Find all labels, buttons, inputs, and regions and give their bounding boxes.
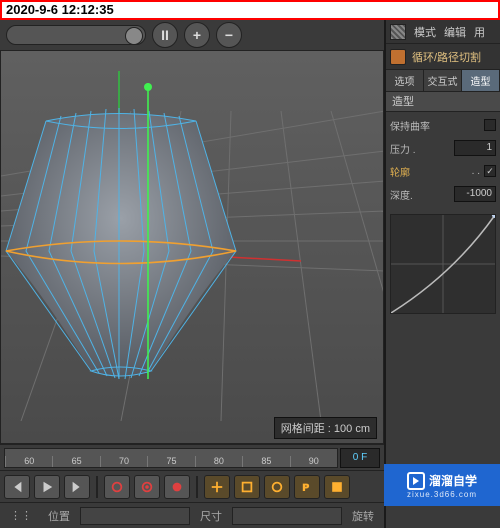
coord-rotation-label: 旋转: [346, 508, 380, 524]
param-key-button[interactable]: P: [294, 475, 320, 499]
viewport-opacity-slider[interactable]: [6, 25, 146, 45]
attributes-panel: 模式 编辑 用 循环/路径切割 选项 交互式 造型 造型 保持曲率 压力 . 1: [384, 20, 500, 528]
pressure-field[interactable]: 1: [454, 140, 496, 156]
record-button[interactable]: [104, 475, 130, 499]
contour-checkbox[interactable]: [484, 165, 496, 177]
scale-key-button[interactable]: [234, 475, 260, 499]
watermark: 溜溜自学 zixue.3d66.com: [384, 464, 500, 506]
tab-interactive[interactable]: 交互式: [424, 70, 462, 91]
tool-title-row: 循环/路径切割: [386, 44, 500, 70]
attribute-tabs: 选项 交互式 造型: [386, 70, 500, 92]
pla-key-button[interactable]: [324, 475, 350, 499]
timeline-bar: 60 65 70 75 80 85 90 0 F: [0, 444, 384, 470]
coord-position-field[interactable]: [80, 507, 190, 525]
svg-text:P: P: [303, 482, 310, 493]
menu-userdata[interactable]: 用: [474, 24, 485, 40]
pause-icon: II: [161, 27, 169, 43]
timeline-tick: 80: [195, 456, 242, 467]
current-frame-field[interactable]: 0 F: [340, 448, 380, 468]
viewport-pause-button[interactable]: II: [152, 22, 178, 48]
section-heading: 造型: [386, 92, 500, 112]
viewport-zoom-out-button[interactable]: −: [216, 22, 242, 48]
go-end-button[interactable]: [64, 475, 90, 499]
tab-shape[interactable]: 造型: [462, 70, 500, 91]
coord-handle-icon: ⋮⋮: [4, 509, 38, 522]
grid-spacing-label: 网格间距 : 100 cm: [281, 423, 370, 435]
timeline-tick: 65: [52, 456, 99, 467]
transport-bar: P: [0, 470, 384, 502]
tab-options[interactable]: 选项: [386, 70, 424, 91]
divider: [196, 476, 198, 498]
timeline-tick: 60: [5, 456, 52, 467]
divider: [96, 476, 98, 498]
play-icon: [407, 472, 425, 490]
viewport-toolbar: II + −: [0, 20, 384, 50]
move-key-button[interactable]: [204, 475, 230, 499]
play-button[interactable]: [34, 475, 60, 499]
rotate-key-button[interactable]: [264, 475, 290, 499]
row-contour: 轮廓 . .: [390, 162, 496, 180]
coordinates-bar: ⋮⋮ 位置 尺寸 旋转: [0, 502, 384, 528]
viewport-scene: [1, 51, 384, 421]
menu-mode[interactable]: 模式: [414, 24, 436, 40]
coord-position-label: 位置: [42, 508, 76, 524]
row-depth: 深度. -1000: [390, 185, 496, 203]
curve-graph: [391, 215, 495, 313]
viewport-zoom-in-button[interactable]: +: [184, 22, 210, 48]
timeline-ruler[interactable]: 60 65 70 75 80 85 90: [4, 448, 338, 468]
timeline-tick: 75: [147, 456, 194, 467]
row-keep-curvature: 保持曲率: [390, 116, 496, 134]
autokey-button[interactable]: [134, 475, 160, 499]
watermark-url: zixue.3d66.com: [407, 490, 477, 499]
row-pressure: 压力 . 1: [390, 139, 496, 157]
profile-curve-editor[interactable]: [390, 214, 496, 314]
go-start-button[interactable]: [4, 475, 30, 499]
viewport-3d[interactable]: 网格间距 : 100 cm: [0, 50, 384, 444]
current-frame-value: 0 F: [353, 452, 367, 463]
plus-icon: +: [193, 27, 201, 43]
panel-grip-icon[interactable]: [390, 24, 406, 40]
timeline-tick: 85: [242, 456, 289, 467]
keyframe-button[interactable]: [164, 475, 190, 499]
minus-icon: −: [225, 27, 233, 43]
depth-field[interactable]: -1000: [454, 186, 496, 202]
contour-label: 轮廓: [390, 164, 468, 179]
coord-size-field[interactable]: [232, 507, 342, 525]
model-body: [6, 114, 236, 377]
watermark-brand: 溜溜自学: [429, 472, 477, 489]
keep-curvature-label: 保持曲率: [390, 118, 480, 133]
contour-dots: . .: [472, 166, 480, 177]
timestamp-overlay: 2020-9-6 12:12:35: [0, 0, 500, 20]
active-vertex: [144, 83, 152, 91]
tool-title: 循环/路径切割: [412, 49, 481, 65]
viewport-hud: 网格间距 : 100 cm: [274, 417, 377, 439]
watermark-logo: 溜溜自学: [407, 472, 477, 490]
coord-size-label: 尺寸: [194, 508, 228, 524]
main-area: II + −: [0, 20, 500, 528]
timestamp-text: 2020-9-6 12:12:35: [6, 2, 114, 17]
viewport-pane: II + −: [0, 20, 384, 528]
attributes-menu: 模式 编辑 用: [386, 20, 500, 44]
keep-curvature-checkbox[interactable]: [484, 119, 496, 131]
loop-cut-icon: [390, 49, 406, 65]
depth-label: 深度.: [390, 187, 450, 202]
menu-edit[interactable]: 编辑: [444, 24, 466, 40]
timeline-tick: 70: [100, 456, 147, 467]
pressure-label: 压力 .: [390, 141, 450, 156]
timeline-tick: 90: [290, 456, 337, 467]
